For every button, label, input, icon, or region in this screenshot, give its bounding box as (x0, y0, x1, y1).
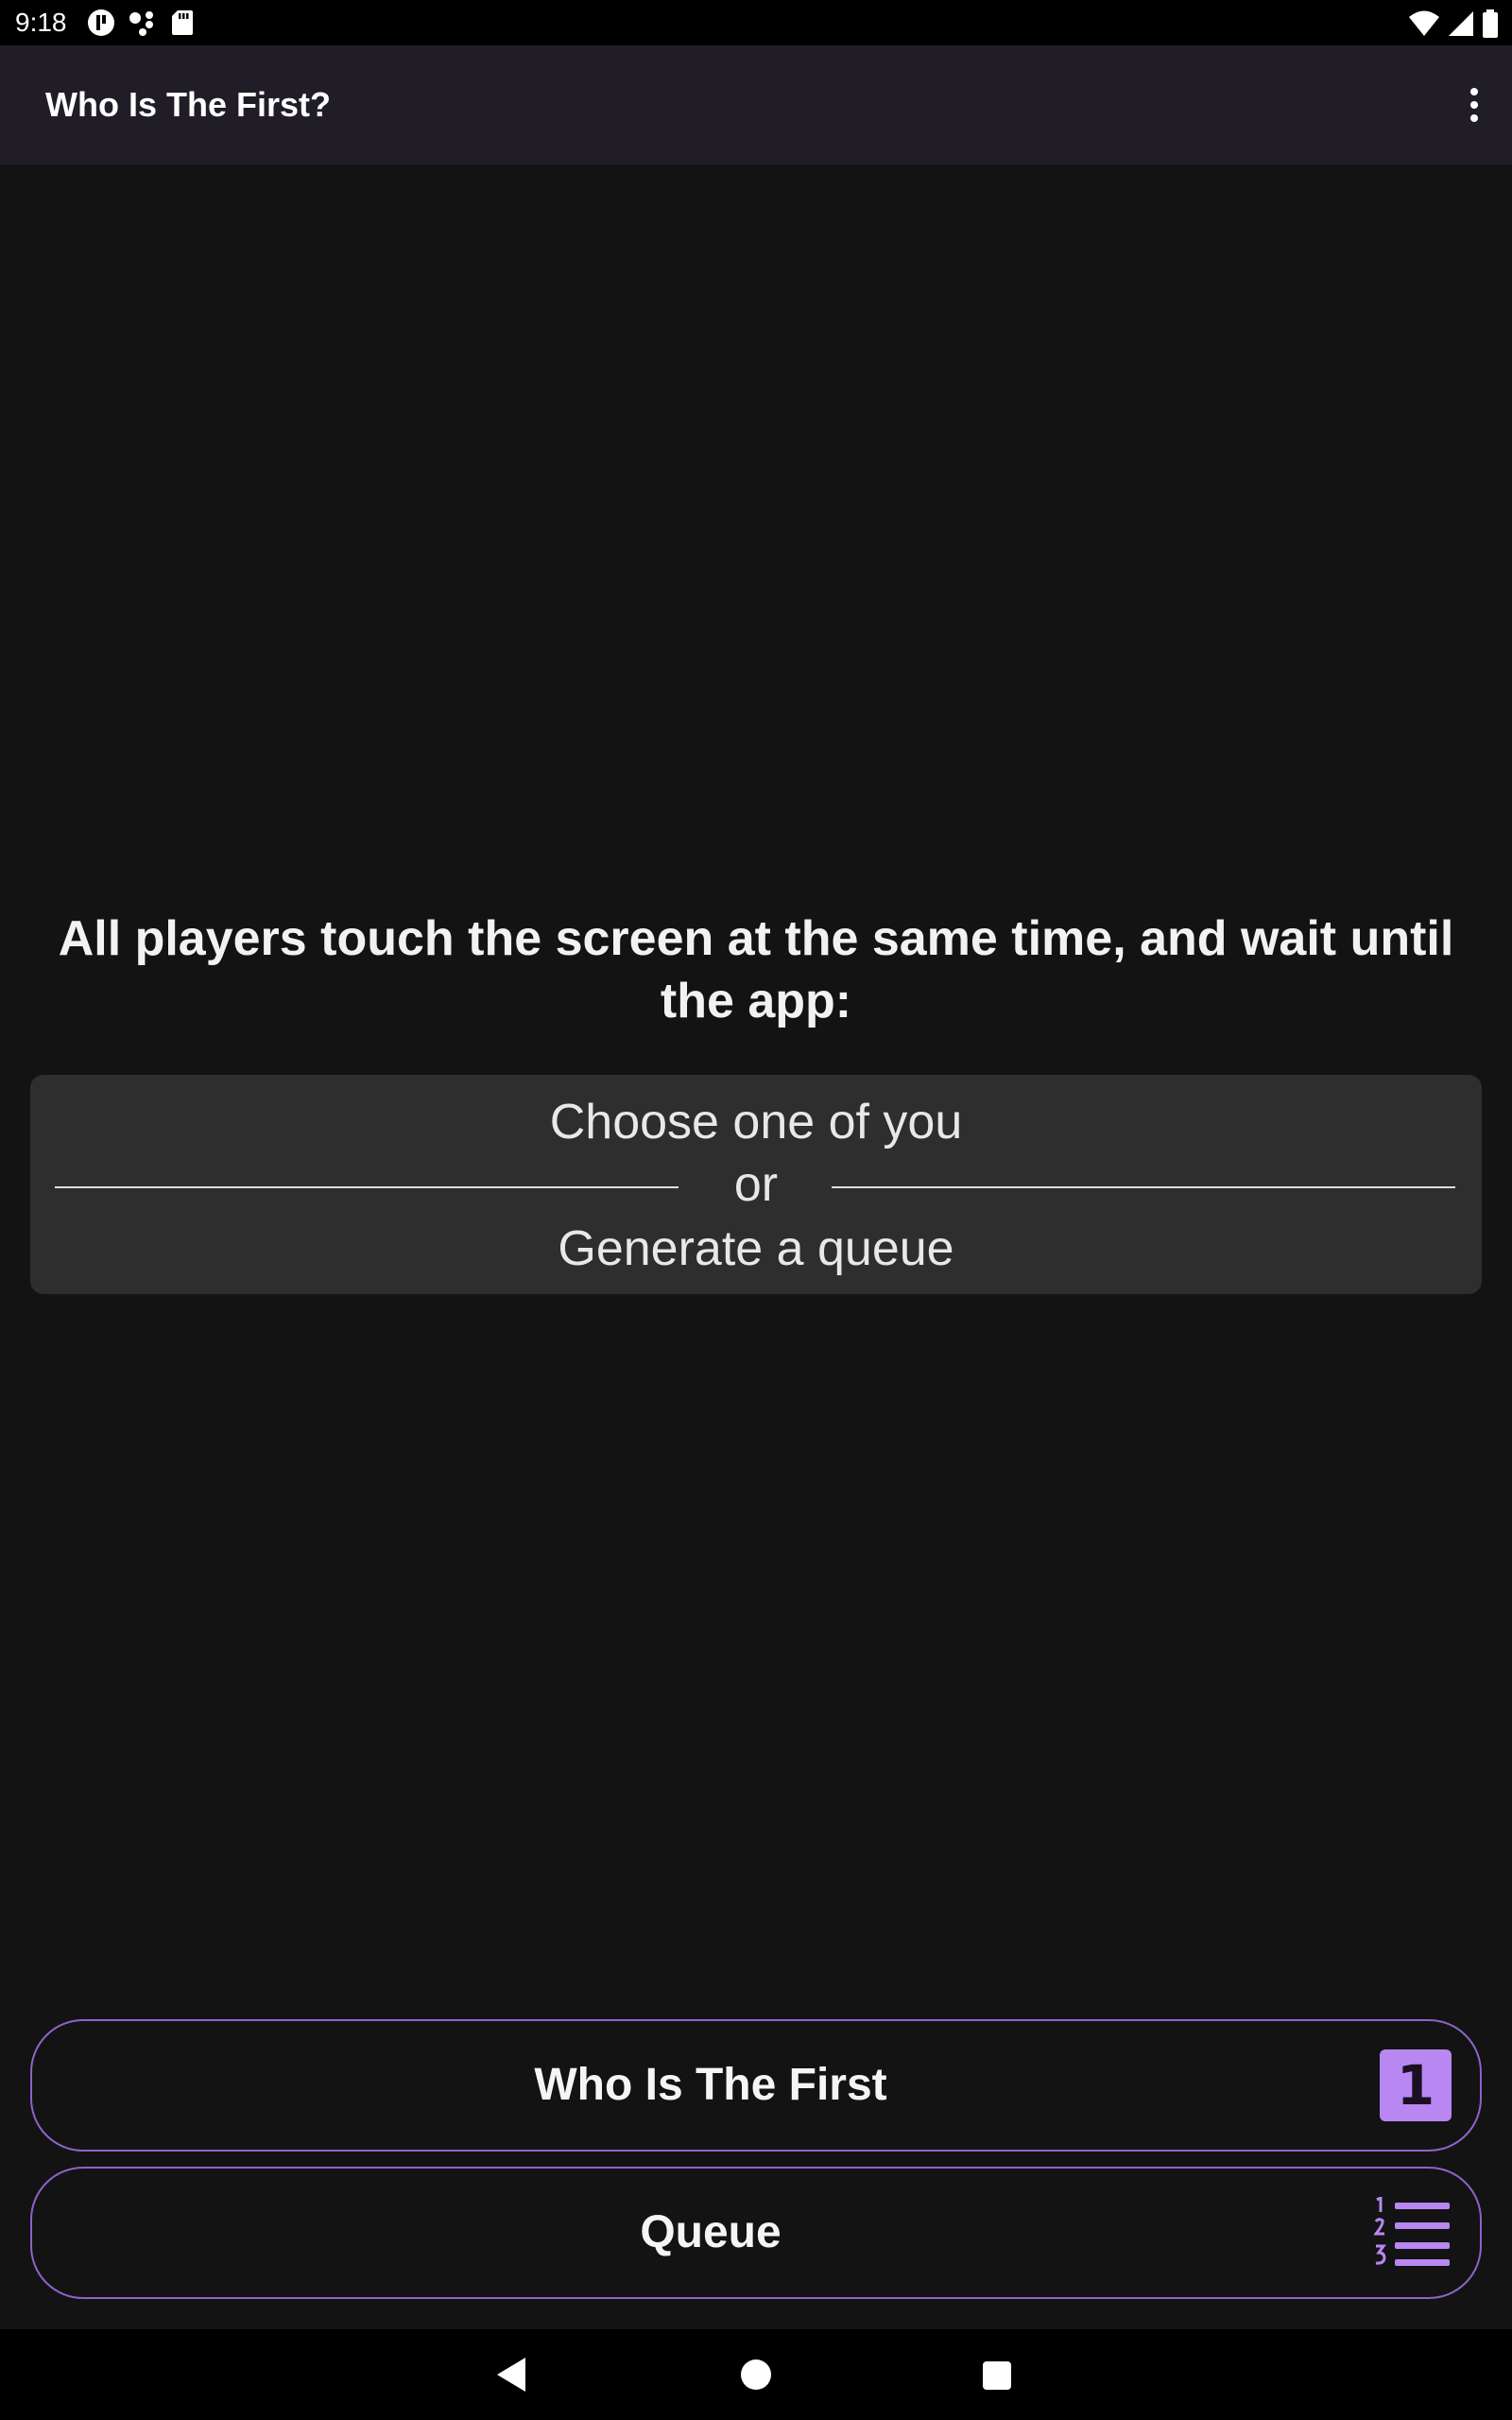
back-icon[interactable] (493, 2356, 531, 2394)
choice-one-text: Choose one of you (549, 1095, 963, 1150)
divider-right (832, 1186, 1455, 1188)
more-vert-icon[interactable] (1455, 77, 1493, 133)
who-is-first-button[interactable]: Who Is The First 1 (30, 2019, 1482, 2152)
queue-label: Queue (640, 2207, 782, 2257)
notification-app-icon (87, 9, 115, 42)
queue-button[interactable]: Queue (30, 2167, 1482, 2299)
recents-icon[interactable] (983, 2361, 1011, 2390)
status-bar: 9:18 (0, 0, 1512, 45)
number-one-icon: 1 (1380, 2049, 1452, 2121)
nav-bar (0, 2329, 1512, 2420)
dots-network-icon (129, 9, 157, 42)
home-icon[interactable] (741, 2360, 771, 2390)
screen: 9:18 Who Is The First? All players touch… (0, 0, 1512, 2420)
choice-card: Choose one of you or Generate a queue (30, 1075, 1482, 1294)
who-is-first-label: Who Is The First (534, 2060, 887, 2110)
status-time: 9:18 (15, 8, 67, 37)
number-one-icon-text: 1 (1396, 2053, 1435, 2118)
app-bar: Who Is The First? (0, 45, 1512, 164)
menu-dot (1470, 101, 1478, 109)
signal-icon (1448, 10, 1474, 42)
choice-two-text: Generate a queue (558, 1221, 954, 1276)
menu-dot (1470, 114, 1478, 122)
wifi-icon (1408, 10, 1440, 42)
status-icons-left (87, 9, 195, 42)
status-icons-right (1408, 9, 1499, 43)
menu-dot (1470, 88, 1478, 95)
instruction-text: All players touch the screen at the same… (58, 911, 1454, 1028)
numbered-list-icon (1372, 2195, 1452, 2269)
choice-or-text: or (733, 1157, 779, 1212)
app-title: Who Is The First? (45, 85, 331, 124)
battery-icon (1482, 9, 1499, 43)
sd-card-icon (170, 9, 195, 42)
